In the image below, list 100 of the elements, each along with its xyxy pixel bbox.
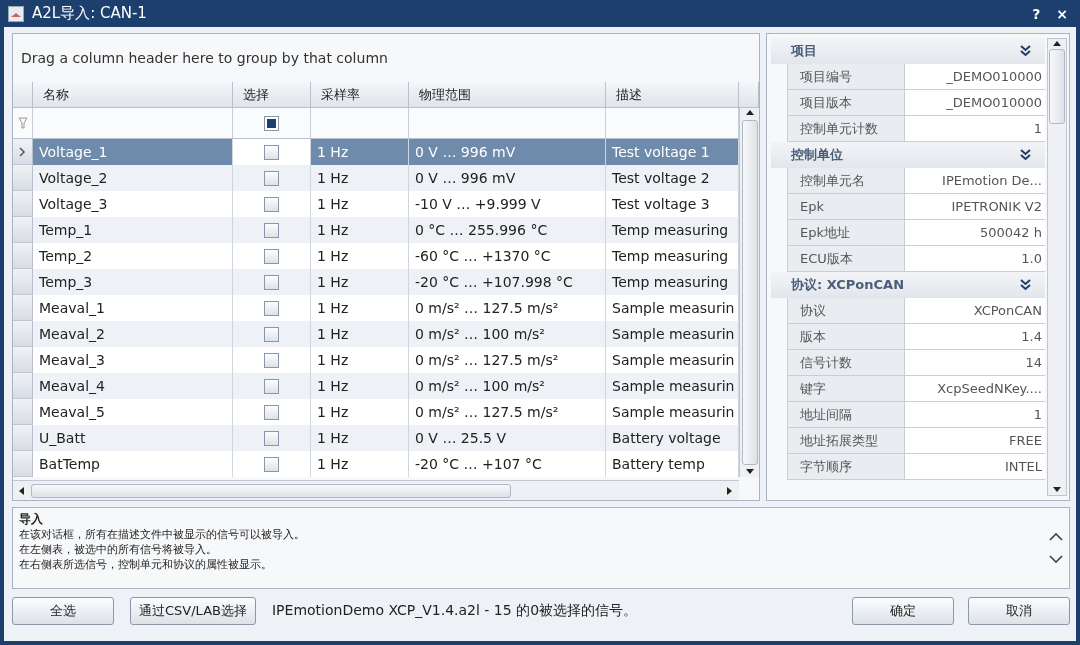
row-header[interactable] xyxy=(13,139,33,165)
select-checkbox[interactable] xyxy=(264,300,279,316)
row-header[interactable] xyxy=(13,451,33,477)
select-checkbox[interactable] xyxy=(264,326,279,342)
column-header[interactable]: 采样率 xyxy=(311,82,409,108)
row-header[interactable] xyxy=(13,321,33,347)
select-all-button[interactable]: 全选 xyxy=(12,597,114,625)
signal-name[interactable]: U_Batt xyxy=(33,425,233,451)
property-value: 14 xyxy=(905,350,1045,376)
property-value: INTEL xyxy=(905,454,1045,480)
scroll-thumb[interactable] xyxy=(1049,49,1065,124)
status-text: IPEmotionDemo XCP_V1.4.a2l - 15 的0被选择的信号。 xyxy=(271,602,639,620)
filter-cell[interactable] xyxy=(409,108,606,139)
row-header[interactable] xyxy=(13,347,33,373)
select-checkbox[interactable] xyxy=(264,430,279,446)
table-cell: Battery voltage xyxy=(606,425,739,451)
select-checkbox[interactable] xyxy=(264,378,279,394)
csv-lab-select-button[interactable]: 通过CSV/LAB选择 xyxy=(130,597,256,625)
vertical-scrollbar[interactable] xyxy=(1047,38,1067,496)
signal-name[interactable]: Meaval_3 xyxy=(33,347,233,373)
row-header[interactable] xyxy=(13,191,33,217)
property-value: 1.4 xyxy=(905,324,1045,350)
table-cell: Battery temp xyxy=(606,451,739,477)
select-checkbox[interactable] xyxy=(264,404,279,420)
signal-name[interactable]: Meaval_5 xyxy=(33,399,233,425)
row-header[interactable] xyxy=(13,243,33,269)
row-header[interactable] xyxy=(13,425,33,451)
scroll-left-icon[interactable] xyxy=(17,485,27,496)
row-header[interactable] xyxy=(13,269,33,295)
section-header[interactable]: 项目 xyxy=(771,38,1045,64)
column-header[interactable]: 物理范围 xyxy=(409,82,606,108)
filter-cell[interactable] xyxy=(606,108,739,139)
row-header[interactable] xyxy=(13,165,33,191)
filter-icon[interactable] xyxy=(17,117,28,129)
table-cell: Temp measuring xyxy=(606,269,739,295)
table-cell: 1 Hz xyxy=(311,243,409,269)
signal-name[interactable]: Meaval_1 xyxy=(33,295,233,321)
scroll-up-icon[interactable] xyxy=(1049,532,1063,541)
filter-cell[interactable] xyxy=(33,108,233,139)
select-checkbox[interactable] xyxy=(264,144,279,160)
signal-name[interactable]: Temp_3 xyxy=(33,269,233,295)
close-button[interactable]: × xyxy=(1052,5,1072,22)
property-label: 项目版本 xyxy=(787,90,905,116)
table-cell: Test voltage 2 xyxy=(606,165,739,191)
scroll-thumb[interactable] xyxy=(31,483,511,498)
section-header[interactable]: 协议: XCPonCAN xyxy=(771,272,1045,298)
select-checkbox[interactable] xyxy=(264,248,279,264)
table-cell: Test voltage 1 xyxy=(606,139,739,165)
signal-name[interactable]: Voltage_3 xyxy=(33,191,233,217)
scroll-thumb[interactable] xyxy=(741,120,758,465)
table-cell: Temp measuring xyxy=(606,217,739,243)
signal-name[interactable]: Meaval_2 xyxy=(33,321,233,347)
scroll-down-icon[interactable] xyxy=(1049,555,1063,564)
collapse-icon[interactable] xyxy=(1020,149,1031,161)
collapse-icon[interactable] xyxy=(1020,45,1031,57)
filter-cell[interactable] xyxy=(311,108,409,139)
table-cell: Sample measurin xyxy=(606,321,739,347)
signal-name[interactable]: Temp_1 xyxy=(33,217,233,243)
column-header[interactable]: 名称 xyxy=(33,82,233,108)
table-cell: 1 Hz xyxy=(311,217,409,243)
property-label: 信号计数 xyxy=(787,350,905,376)
row-header[interactable] xyxy=(13,399,33,425)
table-cell: 1 Hz xyxy=(311,373,409,399)
select-checkbox[interactable] xyxy=(264,170,279,186)
signal-name[interactable]: Meaval_4 xyxy=(33,373,233,399)
ok-button[interactable]: 确定 xyxy=(852,597,954,625)
select-checkbox[interactable] xyxy=(264,456,279,472)
select-checkbox[interactable] xyxy=(264,274,279,290)
property-label: Epk xyxy=(787,194,905,220)
signal-name[interactable]: Temp_2 xyxy=(33,243,233,269)
row-header[interactable] xyxy=(13,373,33,399)
property-value: 1 xyxy=(905,116,1045,142)
signal-name[interactable]: BatTemp xyxy=(33,451,233,477)
select-checkbox[interactable] xyxy=(264,196,279,212)
table-cell: 1 Hz xyxy=(311,347,409,373)
vertical-scrollbar[interactable] xyxy=(739,108,759,477)
horizontal-scrollbar[interactable] xyxy=(13,480,739,500)
property-label: ECU版本 xyxy=(787,246,905,272)
app-icon xyxy=(8,5,24,22)
collapse-icon[interactable] xyxy=(1020,279,1031,291)
help-title: 导入 xyxy=(19,512,44,527)
help-button[interactable]: ? xyxy=(1028,5,1045,22)
filter-checkbox[interactable] xyxy=(264,115,279,131)
row-header[interactable] xyxy=(13,295,33,321)
signal-name[interactable]: Voltage_2 xyxy=(33,165,233,191)
signal-name[interactable]: Voltage_1 xyxy=(33,139,233,165)
table-cell: -60 °C … +1370 °C xyxy=(409,243,606,269)
property-label: 地址间隔 xyxy=(787,402,905,428)
column-header[interactable]: 选择 xyxy=(233,82,311,108)
table-cell: -10 V … +9.999 V xyxy=(409,191,606,217)
property-value: IPEmotion De... xyxy=(905,168,1045,194)
cancel-button[interactable]: 取消 xyxy=(968,597,1070,625)
table-cell: Sample measurin xyxy=(606,399,739,425)
window-title: A2L导入: CAN-1 xyxy=(32,4,148,23)
section-header[interactable]: 控制单位 xyxy=(771,142,1045,168)
section-title: 协议: XCPonCAN xyxy=(791,276,905,294)
select-checkbox[interactable] xyxy=(264,352,279,368)
select-checkbox[interactable] xyxy=(264,222,279,238)
column-header[interactable]: 描述 xyxy=(606,82,739,108)
row-header[interactable] xyxy=(13,217,33,243)
